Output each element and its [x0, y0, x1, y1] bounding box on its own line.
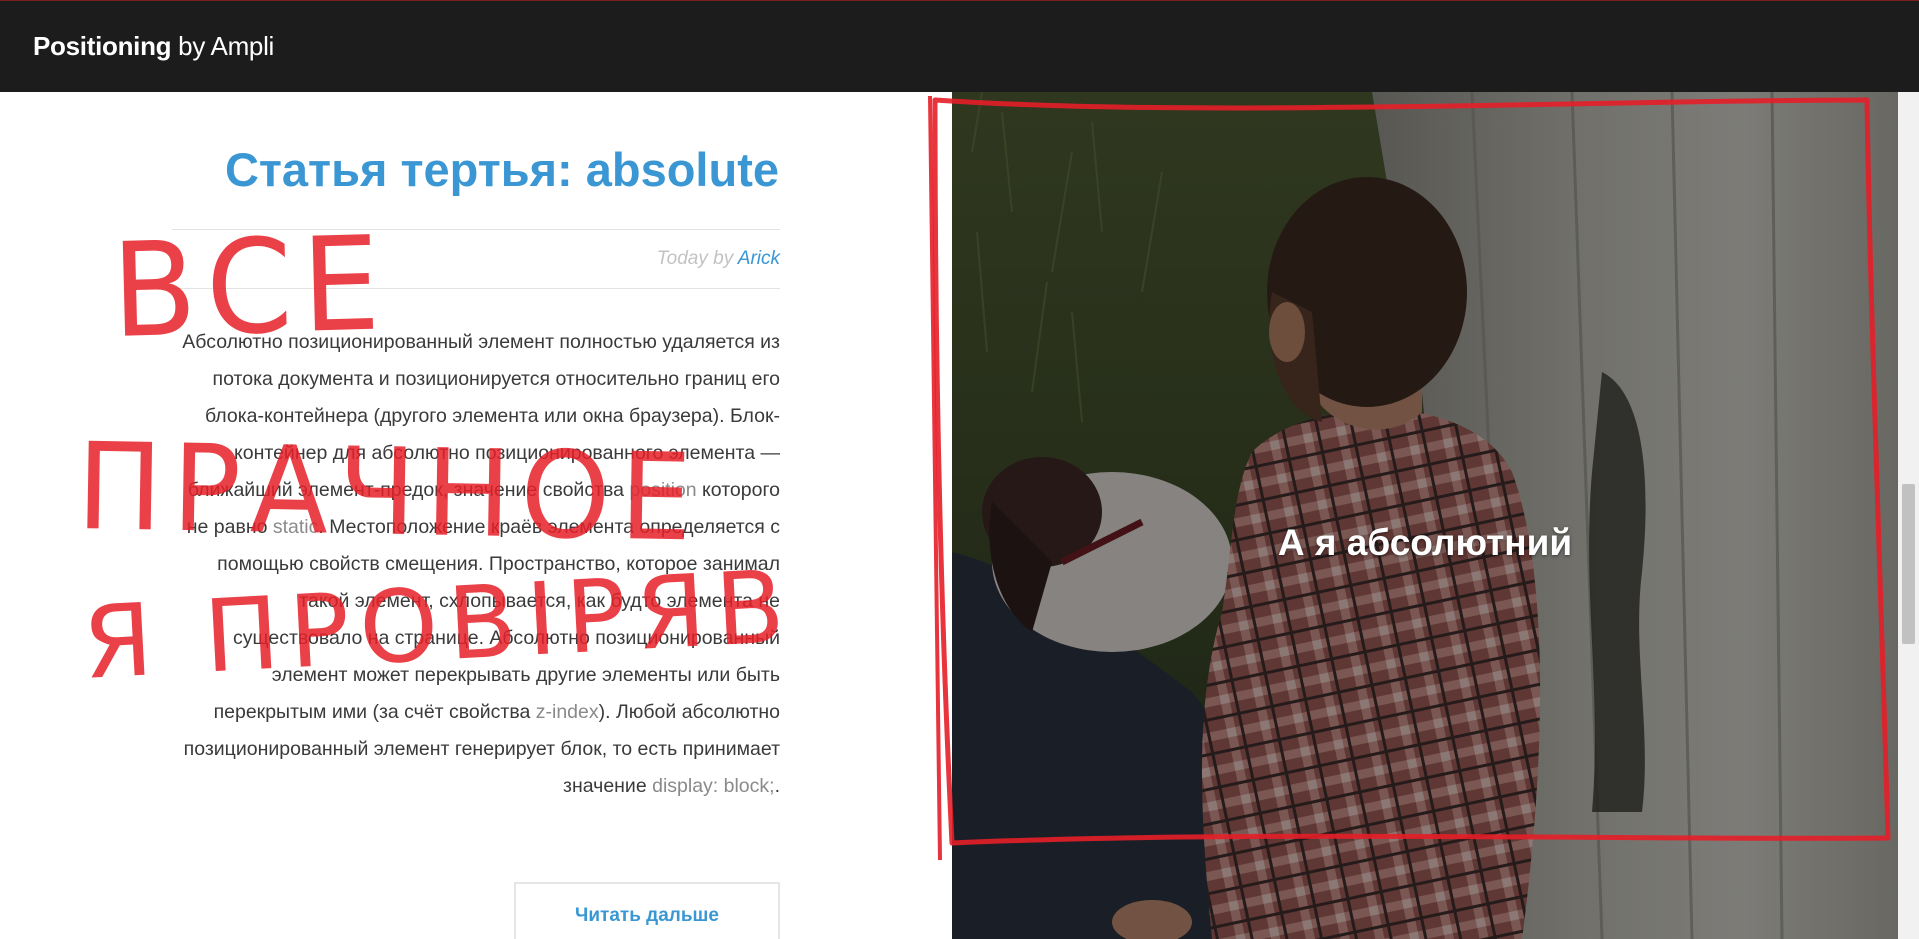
- scrollbar-thumb[interactable]: [1902, 484, 1915, 644]
- page-scrollbar[interactable]: [1898, 92, 1919, 939]
- article-byline: Today by Arick: [657, 248, 780, 270]
- article-title: Статья тертья: absolute: [224, 143, 779, 196]
- brand-name: Positioning: [33, 31, 172, 61]
- annotation-text-2: ПРАЧНОЕ: [75, 418, 703, 569]
- read-more-button[interactable]: Читать дальше: [514, 882, 780, 939]
- hero-photo: А я абсолютний: [952, 92, 1898, 939]
- photo-caption: А я абсолютний: [1277, 522, 1573, 563]
- brand-logo[interactable]: Positioning by Ampli: [33, 31, 274, 62]
- code-display: display: block;: [652, 775, 775, 797]
- annotation-text-1: ВСЕ: [110, 207, 392, 367]
- brand-suffix: by Ampli: [171, 31, 275, 61]
- byline-prefix: Today by: [656, 248, 738, 269]
- top-navbar: Positioning by Ampli: [0, 0, 1919, 92]
- body-text: .: [774, 775, 780, 797]
- author-link[interactable]: Arick: [738, 248, 780, 269]
- photo-illustration: [952, 92, 1898, 939]
- code-z-index: z-index: [535, 701, 599, 723]
